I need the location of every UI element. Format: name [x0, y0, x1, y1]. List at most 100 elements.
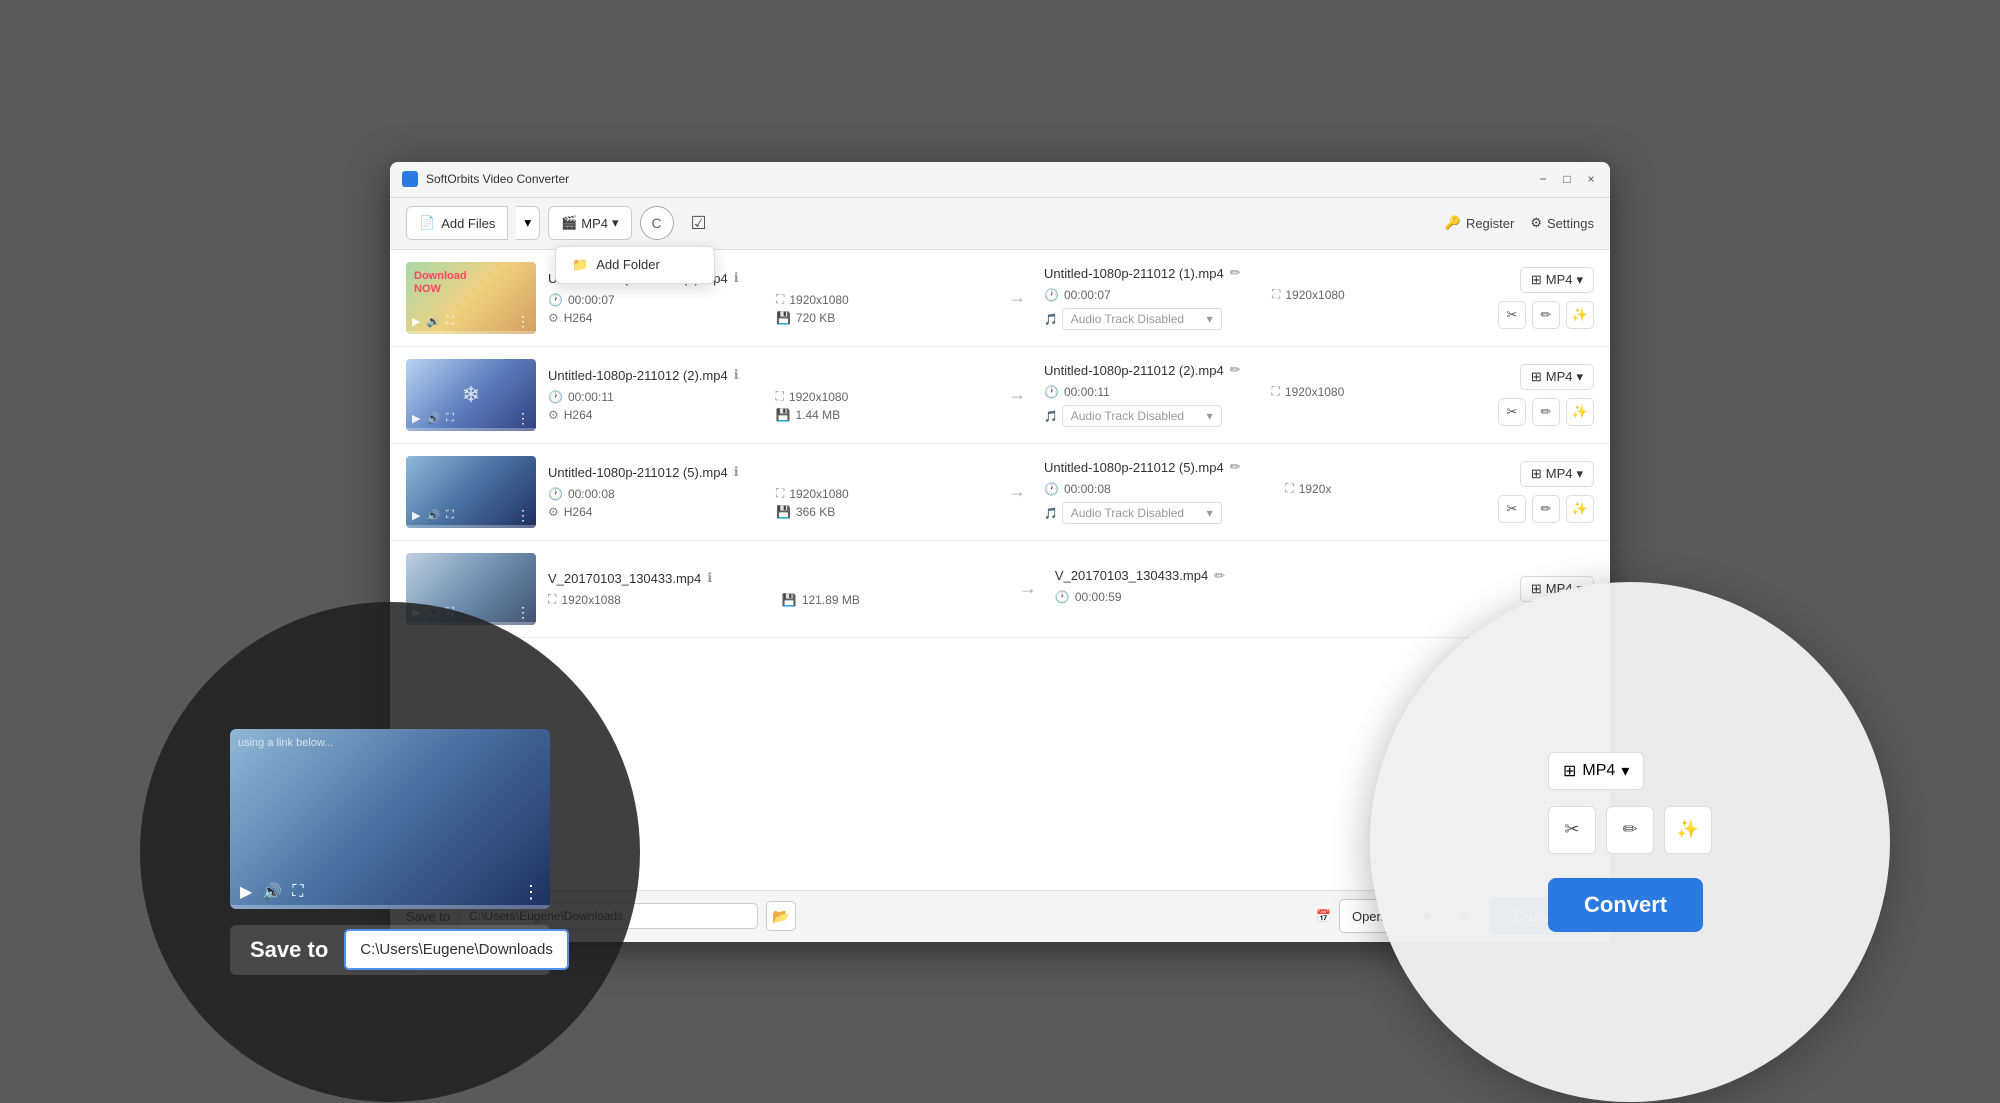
- edit-filename-icon-4[interactable]: ✏: [1214, 568, 1225, 584]
- format-value-3: MP4: [1546, 466, 1573, 481]
- info-icon-4[interactable]: ℹ: [707, 570, 712, 586]
- audio-track-select-2[interactable]: Audio Track Disabled ▾: [1062, 405, 1222, 427]
- browse-folder-button[interactable]: 📂: [766, 901, 796, 931]
- zoom-magic-button[interactable]: ✨: [1664, 806, 1712, 854]
- magic-button-2[interactable]: ✨: [1566, 398, 1594, 426]
- fullscreen-icon-3[interactable]: ⛶: [446, 509, 454, 522]
- zoom-format-label: MP4: [1582, 762, 1615, 780]
- thumbnail-3: ▶ 🔊 ⛶ ⋮: [406, 456, 536, 528]
- format-selector-2[interactable]: ⊞ MP4 ▾: [1520, 364, 1594, 390]
- check-icon: ☑: [690, 213, 706, 234]
- magic-button-3[interactable]: ✨: [1566, 495, 1594, 523]
- play-icon-2[interactable]: ▶: [412, 412, 420, 425]
- edit-filename-icon-3[interactable]: ✏: [1230, 459, 1241, 475]
- folder-open-icon: 📂: [772, 908, 789, 925]
- zoom-video-preview: using a link below... ▶ 🔊 ⛶ ⋮: [230, 729, 550, 909]
- audio-track-row-2: 🎵 Audio Track Disabled ▾: [1044, 405, 1486, 427]
- more-icon-4[interactable]: ⋮: [516, 604, 530, 621]
- codec-1: H264: [564, 311, 593, 325]
- out-resolution-3: 1920x: [1299, 482, 1332, 496]
- format-label: MP4: [581, 216, 608, 231]
- settings-button[interactable]: ⚙ Settings: [1530, 215, 1594, 231]
- zoom-edit-button[interactable]: ✏: [1606, 806, 1654, 854]
- audio-track-label-1: Audio Track Disabled: [1071, 312, 1184, 326]
- add-files-dropdown-button[interactable]: ▾: [516, 206, 540, 240]
- out-duration-4: 00:00:59: [1075, 590, 1122, 604]
- more-icon-3[interactable]: ⋮: [516, 507, 530, 524]
- output-controls-2: ⊞ MP4 ▾ ✂ ✏ ✨: [1498, 364, 1594, 426]
- zoom-play-icon[interactable]: ▶: [240, 882, 252, 902]
- volume-icon[interactable]: 🔊: [426, 315, 440, 328]
- zoom-more-icon[interactable]: ⋮: [522, 882, 540, 903]
- zoom-circle-left: using a link below... ▶ 🔊 ⛶ ⋮ Save to C:…: [140, 602, 640, 1102]
- source-filename-3: Untitled-1080p-211012 (5).mp4: [548, 465, 728, 480]
- format-selector-1[interactable]: ⊞ MP4 ▾: [1520, 267, 1594, 293]
- edit-filename-icon-1[interactable]: ✏: [1230, 265, 1241, 281]
- zoom-format-chev-icon: ▾: [1621, 761, 1629, 781]
- cut-button-1[interactable]: ✂: [1498, 301, 1526, 329]
- cut-button-2[interactable]: ✂: [1498, 398, 1526, 426]
- table-row: ▶ 🔊 ⛶ ⋮ V_20170103_130433.mp4 ℹ ⛶1920: [390, 541, 1610, 638]
- audio-track-select-1[interactable]: Audio Track Disabled ▾: [1062, 308, 1222, 330]
- zoom-format-grid-icon: ⊞: [1563, 761, 1576, 781]
- out-resolution-2: 1920x1080: [1285, 385, 1344, 399]
- more-icon-2[interactable]: ⋮: [516, 410, 530, 427]
- source-filename-2: Untitled-1080p-211012 (2).mp4: [548, 368, 728, 383]
- info-icon-3[interactable]: ℹ: [734, 464, 739, 480]
- audio-track-select-3[interactable]: Audio Track Disabled ▾: [1062, 502, 1222, 524]
- edit-button-3[interactable]: ✏: [1532, 495, 1560, 523]
- zoom-format-row[interactable]: ⊞ MP4 ▾: [1548, 752, 1644, 790]
- resolution-2: 1920x1080: [789, 390, 848, 404]
- zoom-video-label: using a link below...: [238, 737, 333, 749]
- zoom-action-buttons: ✂ ✏ ✨: [1548, 806, 1712, 854]
- play-icon-3[interactable]: ▶: [412, 509, 420, 522]
- file-info-2: Untitled-1080p-211012 (2).mp4 ℹ 🕐00:00:1…: [548, 367, 990, 422]
- minimize-button[interactable]: −: [1536, 172, 1550, 186]
- folder-icon: 📁: [572, 257, 588, 273]
- edit-filename-icon-2[interactable]: ✏: [1230, 362, 1241, 378]
- zoom-save-path-display: C:\Users\Eugene\Downloads: [344, 929, 569, 970]
- key-icon: 🔑: [1445, 215, 1461, 231]
- close-button[interactable]: ×: [1584, 172, 1598, 186]
- edit-button-1[interactable]: ✏: [1532, 301, 1560, 329]
- maximize-button[interactable]: □: [1560, 172, 1574, 186]
- fullscreen-icon-2[interactable]: ⛶: [446, 412, 454, 425]
- info-icon-1[interactable]: ℹ: [734, 270, 739, 286]
- fullscreen-icon[interactable]: ⛶: [446, 315, 454, 328]
- volume-icon-2[interactable]: 🔊: [426, 412, 440, 425]
- out-duration-3: 00:00:08: [1064, 482, 1111, 496]
- zoom-convert-label: Convert: [1584, 892, 1667, 917]
- zoom-fullscreen-icon[interactable]: ⛶: [292, 883, 303, 901]
- magic-button-1[interactable]: ✨: [1566, 301, 1594, 329]
- edit-button-2[interactable]: ✏: [1532, 398, 1560, 426]
- output-filename-3: Untitled-1080p-211012 (5).mp4: [1044, 460, 1224, 475]
- action-buttons-3: ✂ ✏ ✨: [1498, 495, 1594, 523]
- out-res-icon: ⛶: [1272, 287, 1280, 302]
- cut-button-3[interactable]: ✂: [1498, 495, 1526, 523]
- format-selector-3[interactable]: ⊞ MP4 ▾: [1520, 461, 1594, 487]
- zoom-volume-icon[interactable]: 🔊: [262, 882, 282, 902]
- volume-icon-3[interactable]: 🔊: [426, 509, 440, 522]
- info-icon-2[interactable]: ℹ: [734, 367, 739, 383]
- play-icon[interactable]: ▶: [412, 315, 420, 328]
- zoom-convert-button[interactable]: Convert: [1548, 878, 1703, 932]
- zoom-save-row: Save to C:\Users\Eugene\Downloads: [230, 925, 550, 975]
- clear-icon: C: [651, 215, 661, 231]
- clear-button[interactable]: C: [640, 206, 674, 240]
- format-select-button[interactable]: 🎬 MP4 ▾: [548, 206, 631, 240]
- arrow-1: →: [1002, 287, 1032, 308]
- add-folder-dropdown: 📁 Add Folder: [555, 246, 715, 284]
- add-files-button[interactable]: 📄 Add Files: [406, 206, 508, 240]
- zoom-save-label: Save to: [234, 929, 344, 971]
- check-button[interactable]: ☑: [682, 206, 716, 240]
- add-folder-item[interactable]: 📁 Add Folder: [556, 247, 714, 283]
- zoom-right-content: ⊞ MP4 ▾ ✂ ✏ ✨ Convert: [1518, 722, 1742, 962]
- audio-track-row-3: 🎵 Audio Track Disabled ▾: [1044, 502, 1486, 524]
- output-controls-1: ⊞ MP4 ▾ ✂ ✏ ✨: [1498, 267, 1594, 329]
- register-button[interactable]: 🔑 Register: [1445, 215, 1515, 231]
- zoom-cut-button[interactable]: ✂: [1548, 806, 1596, 854]
- codec-2: H264: [564, 408, 593, 422]
- more-icon[interactable]: ⋮: [516, 313, 530, 330]
- resolution-1: 1920x1080: [789, 293, 848, 307]
- size-3: 366 KB: [796, 505, 835, 519]
